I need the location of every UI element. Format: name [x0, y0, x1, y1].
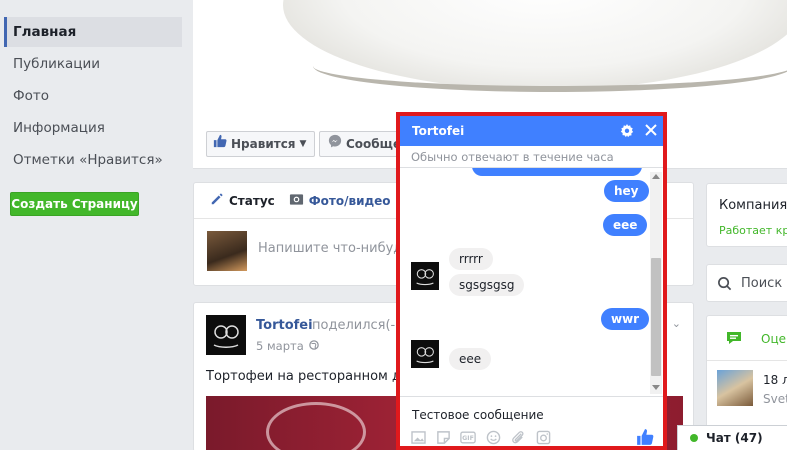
like-label: Нравится [231, 137, 296, 151]
camera-icon[interactable] [535, 429, 551, 445]
message-bubble-cutoff [472, 168, 642, 176]
company-label: Компания [719, 198, 787, 213]
message-bubble-in: sgsgsgsg [449, 274, 525, 296]
visitor-info-b: Svet [763, 392, 787, 406]
camera-icon [289, 192, 304, 209]
post-image-decor [266, 402, 366, 450]
scroll-down-arrow-icon[interactable] [652, 385, 660, 390]
post-author[interactable]: Tortofei [256, 318, 313, 333]
chat-count-label: Чат (47) [706, 431, 763, 445]
message-bubble-in: rrrrr [449, 248, 493, 270]
create-page-button[interactable]: Создать Страницу [10, 192, 139, 216]
gif-icon[interactable]: GIF [460, 429, 476, 445]
message-bubble-out: wwr [601, 308, 650, 330]
caret-down-icon: ▼ [299, 139, 307, 149]
cake-plate [313, 40, 787, 92]
messenger-icon [328, 132, 342, 156]
thumbs-up-icon[interactable] [636, 428, 654, 450]
page-search-box[interactable]: Поиск [706, 264, 787, 302]
online-status-dot [690, 434, 698, 442]
visitor-info-a: 18 л [763, 373, 787, 387]
chat-title[interactable]: Tortofei [412, 124, 464, 138]
divider [707, 360, 787, 361]
nav-item-likes[interactable]: Отметки «Нравится» [4, 145, 182, 175]
sender-avatar[interactable] [411, 340, 439, 368]
post-timestamp[interactable]: 5 марта [256, 339, 319, 353]
reviews-icon [725, 331, 743, 349]
page-search-placeholder: Поиск [741, 276, 783, 291]
chat-window: Tortofei Обычно отвечают в течение часа … [396, 112, 667, 450]
chat-composer: Тестовое сообщение GIF [400, 396, 663, 450]
scroll-thumb[interactable] [651, 258, 661, 376]
message-bubble-out: hey [604, 180, 649, 202]
post-options-chevron-icon[interactable]: ⌄ [672, 317, 681, 330]
photo-icon[interactable] [410, 429, 426, 445]
user-avatar[interactable] [207, 231, 247, 271]
visitor-photo[interactable] [717, 370, 753, 406]
chat-messages: hey eee rrrrr sgsgsgsg wwr eee [400, 168, 650, 396]
chat-tools: GIF [410, 429, 551, 445]
chat-header[interactable]: Tortofei [400, 116, 663, 146]
chat-scrollbar[interactable] [650, 172, 662, 394]
chat-message-input[interactable]: Тестовое сообщение [412, 408, 544, 422]
reviews-label[interactable]: Оценки [761, 332, 787, 346]
page-avatar[interactable] [206, 315, 246, 355]
tab-photo-video[interactable]: Фото/видео [289, 192, 391, 209]
nav-item-home[interactable]: Главная [4, 17, 182, 47]
globe-icon [308, 339, 319, 353]
company-card: Компания Работает круглосуточно [706, 183, 787, 247]
nav-item-photos[interactable]: Фото [4, 81, 182, 111]
post-text: Тортофеи на ресторанном дне [206, 369, 418, 384]
emoji-icon[interactable] [485, 429, 501, 445]
scroll-up-arrow-icon[interactable] [652, 174, 660, 179]
message-bubble-in: eee [449, 348, 492, 370]
attachment-icon[interactable] [510, 429, 526, 445]
search-icon [717, 276, 732, 295]
nav-item-posts[interactable]: Публикации [4, 49, 182, 79]
open-hours-label: Работает круглосуточно [719, 224, 787, 237]
post-date-text: 5 марта [256, 339, 304, 353]
left-nav: Главная Публикации Фото Информация Отмет… [0, 0, 190, 450]
like-button[interactable]: Нравится ▼ [206, 131, 316, 157]
tab-status-label: Статус [229, 193, 275, 208]
close-icon[interactable] [644, 123, 658, 141]
tab-status[interactable]: Статус [210, 192, 275, 209]
nav-item-about[interactable]: Информация [4, 113, 182, 143]
tab-photo-label: Фото/видео [308, 193, 391, 208]
thumbs-up-icon [213, 132, 227, 156]
chat-response-status: Обычно отвечают в течение часа [400, 146, 663, 168]
sender-avatar[interactable] [411, 262, 439, 290]
pencil-icon [210, 192, 224, 209]
sticker-icon[interactable] [435, 429, 451, 445]
cover-photo [193, 0, 787, 125]
message-bubble-out: eee [603, 214, 648, 236]
gear-icon[interactable] [620, 124, 634, 142]
svg-text:GIF: GIF [462, 435, 474, 442]
chat-sidebar-tab[interactable]: Чат (47) [677, 425, 787, 450]
